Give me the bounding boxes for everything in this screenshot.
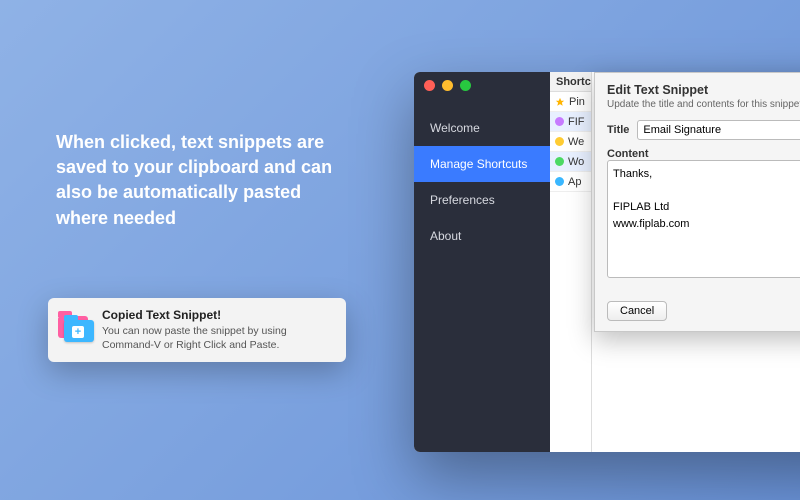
tag-icon [555,177,564,186]
cancel-button[interactable]: Cancel [607,301,667,321]
promo-text: When clicked, text snippets are saved to… [56,130,336,231]
sidebar: Welcome Manage Shortcuts Preferences Abo… [414,72,550,452]
list-item[interactable]: Wo [550,152,591,172]
edit-snippet-sheet: Edit Text Snippet Update the title and c… [594,72,800,332]
snippet-list: Shortc Pin FIF We Wo Ap [550,72,592,452]
promo-headline: When clicked, text snippets are saved to… [56,130,336,231]
tag-icon [555,157,564,166]
list-item[interactable]: Ap [550,172,591,192]
content-label: Content [607,148,649,160]
list-item-label: We [568,136,584,148]
list-item[interactable]: We [550,132,591,152]
sidebar-item-welcome[interactable]: Welcome [414,110,550,146]
title-label: Title [607,124,629,136]
star-icon [555,97,565,107]
snippet-list-header: Shortc [550,72,591,92]
zoom-icon[interactable] [460,80,471,91]
sidebar-item-about[interactable]: About [414,218,550,254]
tag-icon [555,117,564,126]
sheet-heading: Edit Text Snippet [607,83,800,97]
tag-icon [555,137,564,146]
title-input[interactable] [637,120,800,140]
close-icon[interactable] [424,80,435,91]
list-item-label: Pin [569,96,585,108]
toast-body: You can now paste the snippet by using C… [102,324,334,352]
sheet-hint: Update the title and contents for this s… [607,99,800,110]
copied-snippet-toast: + Copied Text Snippet! You can now paste… [48,298,346,362]
list-item-label: FIF [568,116,585,128]
toast-title: Copied Text Snippet! [102,308,334,322]
content-textarea[interactable] [607,160,800,278]
minimize-icon[interactable] [442,80,453,91]
folder-plus-icon: + [58,308,92,342]
list-item-label: Ap [568,176,581,188]
sidebar-item-manage-shortcuts[interactable]: Manage Shortcuts [414,146,550,182]
list-item-label: Wo [568,156,584,168]
window-traffic-lights[interactable] [424,80,471,91]
list-item[interactable]: Pin [550,92,591,112]
sidebar-item-preferences[interactable]: Preferences [414,182,550,218]
list-item[interactable]: FIF [550,112,591,132]
